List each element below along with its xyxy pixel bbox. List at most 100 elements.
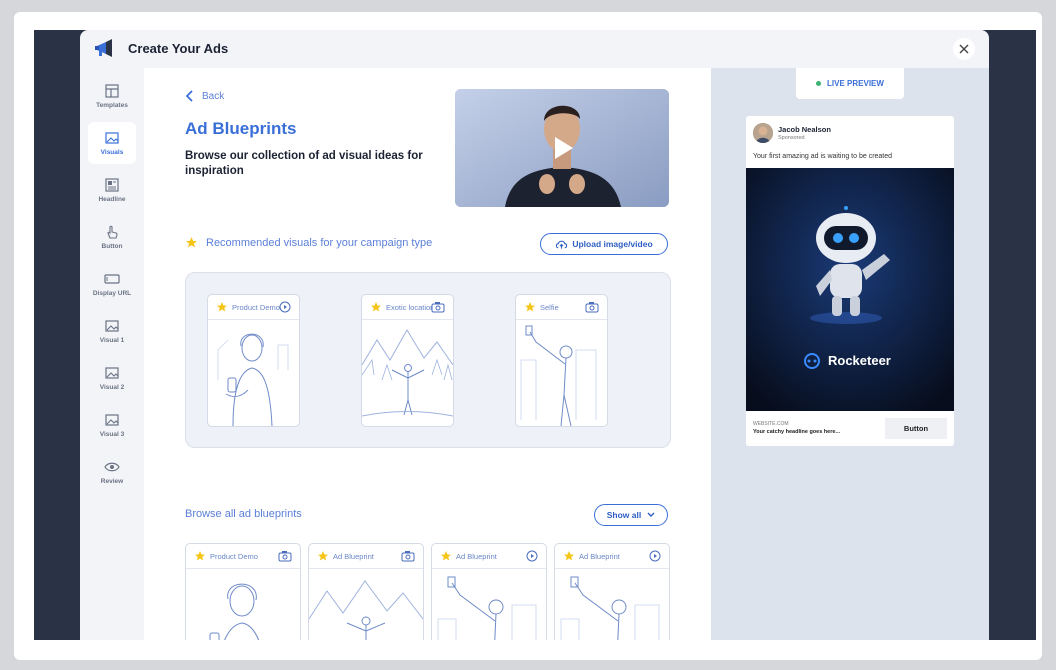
card-label: Product Demo (232, 302, 280, 312)
image-icon (105, 132, 119, 144)
cloud-upload-icon (556, 240, 568, 249)
upload-label: Upload image/video (572, 239, 653, 249)
star-icon (195, 551, 205, 561)
chevron-left-icon (186, 90, 193, 102)
sidebar-item-label: Display URL (92, 290, 132, 297)
star-icon (318, 551, 328, 561)
page-subtitle: Browse our collection of ad visual ideas… (185, 150, 423, 177)
sidebar-item-visuals[interactable]: Visuals (88, 122, 136, 164)
sidebar-item-label: Visual 3 (99, 431, 125, 438)
live-preview-badge: LIVE PREVIEW (796, 68, 904, 99)
ad-headline: Your catchy headline goes here... (753, 429, 841, 435)
ad-preview: Jacob Nealson Sponsored Your first amazi… (746, 116, 954, 446)
avatar (753, 123, 773, 143)
sidebar-item-templates[interactable]: Templates (88, 75, 136, 117)
back-link[interactable]: Back (186, 90, 224, 102)
play-icon (526, 550, 538, 562)
sidebar: Templates Visuals Headline Button Displa… (80, 68, 144, 640)
ad-image (746, 168, 954, 411)
star-icon (564, 551, 574, 561)
show-all-label: Show all (606, 510, 642, 520)
sidebar-item-visual-2[interactable]: Visual 2 (88, 357, 136, 399)
camera-icon (278, 551, 292, 562)
star-icon (217, 302, 227, 312)
live-preview-label: LIVE PREVIEW (827, 79, 884, 88)
close-button[interactable] (953, 38, 975, 60)
display-url-icon (104, 274, 120, 284)
image-icon (105, 320, 119, 332)
sidebar-item-label: Button (101, 243, 123, 250)
app-title: Create Your Ads (128, 41, 229, 56)
sketch-woman-product (217, 333, 289, 426)
eye-icon (104, 462, 120, 472)
sidebar-item-label: Review (100, 478, 124, 485)
sidebar-item-button[interactable]: Button (88, 216, 136, 258)
camera-icon (431, 302, 445, 313)
ad-website: WEBSITE.COM (753, 421, 789, 427)
blueprint-card-product-demo[interactable]: Product Demo (185, 543, 301, 640)
sidebar-item-headline[interactable]: Headline (88, 169, 136, 211)
play-icon (279, 301, 291, 313)
create-ads-window: Create Your Ads Templates Visuals Headli… (80, 30, 989, 640)
live-dot (816, 81, 822, 86)
sidebar-item-label: Visual 2 (99, 384, 125, 391)
ad-footer: WEBSITE.COM Your catchy headline goes he… (746, 411, 954, 446)
card-label: Ad Blueprint (456, 551, 497, 561)
blueprint-card-3[interactable]: Ad Blueprint (431, 543, 547, 640)
megaphone-icon (95, 39, 112, 57)
sidebar-item-label: Visual 1 (99, 337, 125, 344)
card-label: Product Demo (210, 551, 258, 561)
sketch-selfie (520, 325, 597, 426)
chevron-down-icon (647, 512, 655, 517)
camera-icon (401, 551, 415, 562)
sketch-woman-product (209, 583, 259, 640)
sketch-selfie (560, 576, 660, 640)
screen: Create Your Ads Templates Visuals Headli… (34, 30, 1036, 640)
recommended-card-product-demo[interactable]: Product Demo (207, 294, 300, 427)
live-preview-panel: LIVE PREVIEW Jacob Nealson Sponsored You… (711, 68, 989, 640)
sidebar-item-visual-1[interactable]: Visual 1 (88, 310, 136, 352)
card-label: Ad Blueprint (333, 551, 374, 561)
recommended-label: Recommended visuals for your campaign ty… (206, 236, 433, 249)
intro-video[interactable] (455, 89, 669, 207)
image-icon (105, 367, 119, 379)
blueprint-card-2[interactable]: Ad Blueprint (308, 543, 424, 640)
headline-icon (105, 178, 119, 192)
sketch-selfie (437, 576, 537, 640)
top-bar: Create Your Ads (80, 30, 989, 68)
templates-icon (105, 84, 119, 98)
star-icon (371, 302, 381, 312)
card-label: Selfie (540, 302, 559, 312)
sidebar-item-display-url[interactable]: Display URL (88, 263, 136, 305)
close-icon (959, 44, 969, 54)
star-icon (441, 551, 451, 561)
sidebar-item-visual-3[interactable]: Visual 3 (88, 404, 136, 446)
recommended-card-exotic-location[interactable]: Exotic location (361, 294, 454, 427)
sidebar-item-label: Headline (98, 196, 126, 203)
page-title: Ad Blueprints (185, 119, 297, 138)
star-icon (186, 237, 197, 248)
sketch-exotic-location (309, 580, 423, 640)
ad-brand: Rocketeer (828, 353, 891, 368)
recommended-panel: Product Demo Exotic location Selfie (185, 272, 671, 448)
card-label: Ad Blueprint (579, 551, 620, 561)
sketch-exotic-location (362, 329, 453, 417)
ad-sponsored: Sponsored (778, 135, 805, 141)
camera-icon (585, 302, 599, 313)
pointer-icon (107, 225, 118, 239)
ad-cta-button[interactable]: Button (885, 418, 947, 439)
back-label: Back (202, 90, 225, 102)
sidebar-item-review[interactable]: Review (88, 451, 136, 493)
upload-button[interactable]: Upload image/video (540, 233, 668, 255)
image-icon (105, 414, 119, 426)
recommended-heading: Recommended visuals for your campaign ty… (185, 236, 432, 249)
ad-message: Your first amazing ad is waiting to be c… (753, 153, 893, 160)
video-thumbnail (455, 89, 669, 207)
show-all-button[interactable]: Show all (594, 504, 668, 526)
main-panel: Back Ad Blueprints Browse our collection… (144, 68, 711, 640)
recommended-card-selfie[interactable]: Selfie (515, 294, 608, 427)
blueprint-card-4[interactable]: Ad Blueprint (554, 543, 670, 640)
ad-author: Jacob Nealson (778, 125, 831, 134)
sidebar-item-label: Templates (96, 102, 128, 109)
sidebar-item-label: Visuals (100, 149, 124, 156)
